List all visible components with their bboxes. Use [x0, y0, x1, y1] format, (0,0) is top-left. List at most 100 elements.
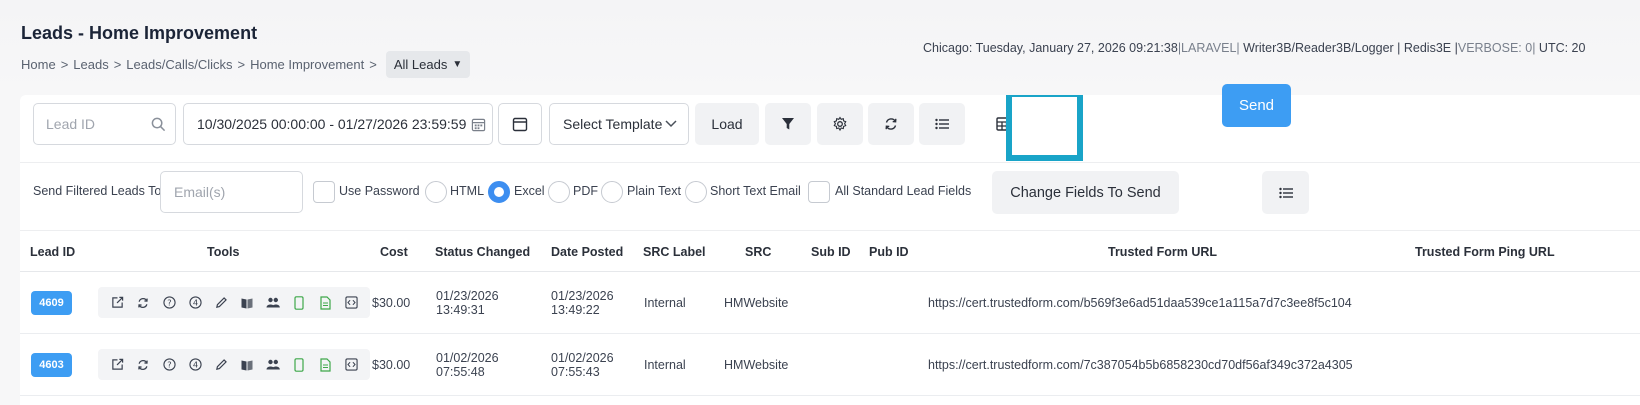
- format-label-pdf: PDF: [573, 184, 598, 198]
- cell-date-posted: 01/02/2026 07:55:43: [551, 351, 614, 379]
- change-fields-button[interactable]: Change Fields To Send: [992, 171, 1179, 214]
- email-input[interactable]: Email(s): [160, 171, 303, 213]
- cell-status-changed-time: 13:49:31: [436, 303, 485, 317]
- pencil-icon[interactable]: [213, 357, 229, 373]
- refresh-icon: [884, 117, 898, 131]
- date-range-value: 10/30/2025 00:00:00 - 01/27/2026 23:59:5…: [197, 116, 467, 132]
- cell-status-changed-date: 01/23/2026: [436, 289, 499, 303]
- format-radio-html[interactable]: [425, 181, 447, 203]
- breadcrumb-separator: >: [369, 57, 377, 72]
- col-date-posted[interactable]: Date Posted: [551, 231, 623, 273]
- refresh-icon[interactable]: [135, 357, 151, 373]
- col-src-label[interactable]: SRC Label: [643, 231, 706, 273]
- col-pub-id[interactable]: Pub ID: [869, 231, 909, 273]
- lead-id-placeholder: Lead ID: [46, 116, 96, 132]
- phone-icon[interactable]: [291, 295, 307, 311]
- cell-cost: $30.00: [372, 296, 411, 310]
- filter-toolbar: Lead ID 10/30/2025 00:00:00 - 01/27/2026…: [20, 95, 1640, 162]
- format-label-short-text-email: Short Text Email: [710, 184, 801, 198]
- help-circle-icon[interactable]: ?: [161, 357, 177, 373]
- svg-text:4: 4: [192, 297, 197, 307]
- cell-date-posted-date: 01/02/2026: [551, 351, 614, 365]
- cell-trusted-form-url[interactable]: https://cert.trustedform.com/7c387054b5b…: [928, 358, 1353, 372]
- phone-icon[interactable]: [291, 357, 307, 373]
- refresh-button[interactable]: [868, 103, 914, 145]
- template-select-label: Select Template: [563, 116, 663, 132]
- caret-down-icon: ▼: [452, 59, 463, 70]
- breadcrumb-home[interactable]: Home: [21, 57, 56, 72]
- code-icon[interactable]: [343, 295, 359, 311]
- document-icon[interactable]: [317, 295, 333, 311]
- all-standard-fields-label: All Standard Lead Fields: [835, 184, 972, 198]
- format-label-html: HTML: [450, 184, 485, 198]
- highlight-box: [1006, 95, 1083, 161]
- format-radio-excel[interactable]: [488, 181, 510, 203]
- format-radio-short-text-email[interactable]: [685, 181, 707, 203]
- number-four-icon[interactable]: 4: [187, 295, 203, 311]
- col-cost[interactable]: Cost: [380, 231, 408, 273]
- change-fields-label: Change Fields To Send: [1010, 184, 1161, 201]
- document-icon[interactable]: [317, 357, 333, 373]
- email-placeholder: Email(s): [174, 184, 226, 200]
- cell-status-changed-time: 07:55:48: [436, 365, 485, 379]
- cell-date-posted-time: 07:55:43: [551, 365, 600, 379]
- cell-date-posted-date: 01/23/2026: [551, 289, 614, 303]
- cell-date-posted-time: 13:49:22: [551, 303, 600, 317]
- format-label-excel: Excel: [514, 184, 545, 198]
- breadcrumb-leads[interactable]: Leads: [73, 57, 108, 72]
- pencil-icon[interactable]: [213, 295, 229, 311]
- book-icon[interactable]: [239, 357, 255, 373]
- book-icon[interactable]: [239, 295, 255, 311]
- col-lead-id[interactable]: Lead ID: [30, 231, 75, 273]
- format-radio-plain-text[interactable]: [601, 181, 623, 203]
- external-link-icon[interactable]: [109, 357, 125, 373]
- number-four-icon[interactable]: 4: [187, 357, 203, 373]
- lead-id-badge[interactable]: 4609: [31, 291, 72, 315]
- table-row: 4609 ? 4 $30.00 01/23/2026 13:49:31 01/2…: [20, 272, 1640, 334]
- sysinfo-verbose: VERBOSE: 0|: [1457, 41, 1536, 55]
- sysinfo-utc: UTC: 20: [1535, 41, 1586, 55]
- filter-icon: [781, 117, 795, 131]
- users-icon[interactable]: [265, 357, 281, 373]
- all-leads-dropdown[interactable]: All Leads ▼: [385, 51, 471, 78]
- calendar-button[interactable]: [498, 103, 542, 145]
- users-icon[interactable]: [265, 295, 281, 311]
- help-circle-icon[interactable]: ?: [161, 295, 177, 311]
- date-range-input[interactable]: 10/30/2025 00:00:00 - 01/27/2026 23:59:5…: [183, 103, 493, 145]
- col-sub-id[interactable]: Sub ID: [811, 231, 851, 273]
- col-tools: Tools: [207, 245, 240, 259]
- all-standard-fields-checkbox[interactable]: [808, 181, 830, 203]
- send-button[interactable]: Send: [1222, 84, 1291, 127]
- table-row: 4603 ? 4 $30.00 01/02/2026 07:55:48 01/0…: [20, 334, 1640, 396]
- filter-button[interactable]: [765, 103, 811, 145]
- breadcrumb-leads-calls-clicks[interactable]: Leads/Calls/Clicks: [126, 57, 232, 72]
- send-options-list-button[interactable]: [1262, 171, 1309, 214]
- load-button[interactable]: Load: [695, 103, 759, 145]
- list-view-button[interactable]: [919, 103, 965, 145]
- system-info: Chicago: Tuesday, January 27, 2026 09:21…: [923, 41, 1585, 55]
- breadcrumb-home-improvement[interactable]: Home Improvement: [250, 57, 364, 72]
- breadcrumb-separator: >: [113, 57, 122, 72]
- page-title: Leads - Home Improvement: [21, 23, 258, 43]
- search-icon: [151, 117, 166, 132]
- col-trusted-form-ping-url[interactable]: Trusted Form Ping URL: [1415, 231, 1555, 273]
- lead-id-badge[interactable]: 4603: [31, 353, 72, 377]
- code-icon[interactable]: [343, 357, 359, 373]
- sysinfo-clock: Chicago: Tuesday, January 27, 2026 09:21…: [923, 41, 1178, 55]
- external-link-icon[interactable]: [109, 295, 125, 311]
- template-select[interactable]: Select Template: [549, 103, 689, 145]
- col-status-changed[interactable]: Status Changed: [435, 231, 530, 273]
- use-password-checkbox[interactable]: [313, 181, 335, 203]
- settings-button[interactable]: [817, 103, 863, 145]
- table-header: Lead ID Tools Cost Status Changed Date P…: [20, 230, 1640, 272]
- breadcrumb-separator: >: [237, 57, 246, 72]
- send-filtered-label: Send Filtered Leads To: [33, 184, 162, 198]
- col-src[interactable]: SRC: [745, 231, 771, 273]
- lead-id-search[interactable]: Lead ID: [33, 103, 176, 145]
- refresh-icon[interactable]: [135, 295, 151, 311]
- page-header: Leads - Home Improvement Home > Leads > …: [0, 0, 1640, 90]
- send-bar: Send Filtered Leads To Email(s) Use Pass…: [20, 162, 1640, 230]
- col-trusted-form-url[interactable]: Trusted Form URL: [1108, 231, 1217, 273]
- cell-trusted-form-url[interactable]: https://cert.trustedform.com/b569f3e6ad5…: [928, 296, 1352, 310]
- format-radio-pdf[interactable]: [548, 181, 570, 203]
